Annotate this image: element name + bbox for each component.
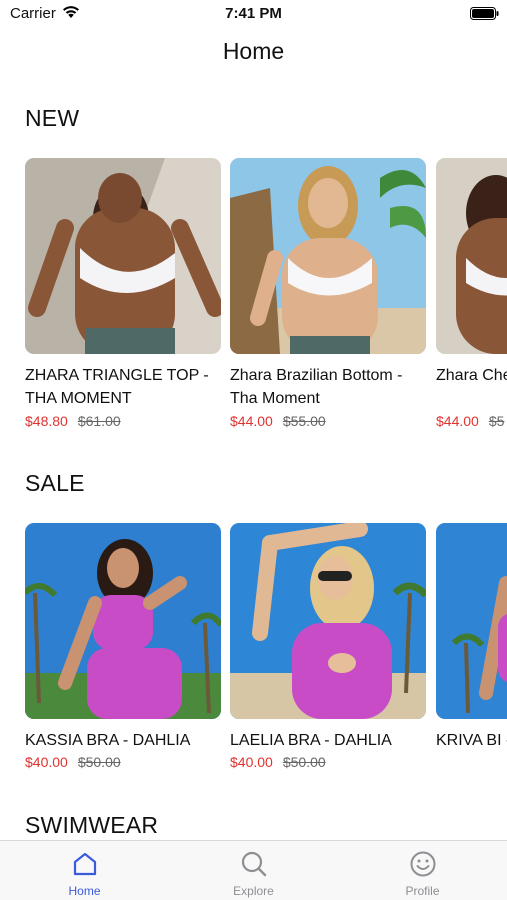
page-title: Home: [222, 38, 285, 64]
new-products-row[interactable]: ZHARA TRIANGLE TOP - THA MOMENT $48.80 $6…: [25, 158, 507, 433]
tab-home[interactable]: Home: [0, 841, 169, 900]
sale-products-row[interactable]: KASSIA BRA - DAHLIA $40.00 $50.00 LAELIA…: [25, 523, 507, 783]
section-title-sale: SALE: [25, 470, 85, 496]
original-price: $50.00: [77, 754, 121, 770]
home-screen: Carrier 7:41 PM Home NEW ZHARA TRIANGLE …: [0, 0, 507, 900]
tab-label: Home: [68, 884, 101, 898]
tab-profile[interactable]: Profile: [338, 841, 507, 900]
sale-price: $44.00: [230, 413, 273, 429]
product-name[interactable]: Zhara Che Tha Mom: [436, 364, 507, 387]
sale-price: $48.80: [25, 413, 68, 429]
product-image[interactable]: [25, 158, 221, 354]
status-time: 7:41 PM: [225, 5, 282, 22]
product-image[interactable]: [230, 523, 426, 719]
original-price: $55.00: [282, 413, 326, 429]
tab-label: Profile: [405, 884, 440, 898]
home-icon: [73, 852, 97, 876]
price-line: $40.00 $50.00: [25, 754, 121, 770]
product-name[interactable]: ZHARA TRIANGLE TOP - THA MOMENT: [25, 364, 225, 410]
section-title-swimwear: SWIMWEAR: [25, 812, 159, 838]
original-price: $61.00: [77, 413, 121, 429]
product-image[interactable]: [436, 158, 507, 354]
tab-label: Explore: [233, 884, 274, 898]
product-name[interactable]: KASSIA BRA - DAHLIA: [25, 729, 225, 752]
original-price: $5: [488, 413, 505, 429]
search-icon: [241, 851, 267, 877]
original-price: $50.00: [282, 754, 326, 770]
status-bar: Carrier 7:41 PM: [0, 0, 507, 28]
product-image[interactable]: [25, 523, 221, 719]
price-line: $40.00 $50.00: [230, 754, 326, 770]
tab-bar: Home Explore Profile: [0, 840, 507, 900]
sale-price: $40.00: [230, 754, 273, 770]
sale-price: $44.00: [436, 413, 479, 429]
section-title-new: NEW: [25, 105, 80, 131]
battery-icon: [470, 7, 499, 20]
product-name[interactable]: LAELIA BRA - DAHLIA: [230, 729, 430, 752]
smiley-icon: [410, 851, 436, 877]
product-name[interactable]: KRIVA BI - DAHLIA: [436, 729, 507, 752]
product-name[interactable]: Zhara Brazilian Bottom - Tha Moment: [230, 364, 430, 410]
sale-price: $40.00: [25, 754, 68, 770]
product-image[interactable]: [230, 158, 426, 354]
price-line: $44.00 $5: [436, 413, 504, 429]
price-line: $48.80 $61.00: [25, 413, 121, 429]
product-image[interactable]: [436, 523, 507, 719]
tab-explore[interactable]: Explore: [169, 841, 338, 900]
price-line: $44.00 $55.00: [230, 413, 326, 429]
